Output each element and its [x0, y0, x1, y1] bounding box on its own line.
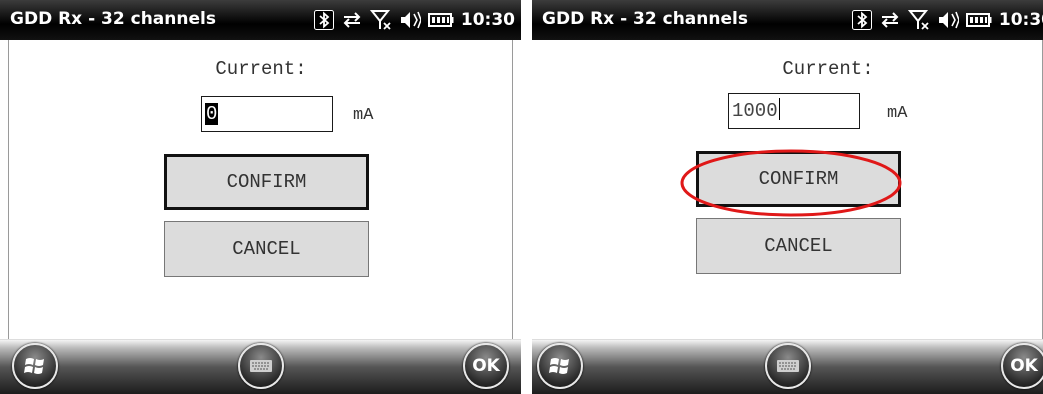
cancel-button[interactable]: CANCEL	[164, 221, 369, 277]
soft-key-bar: OK	[532, 339, 1043, 394]
battery-icon[interactable]	[427, 12, 454, 28]
battery-icon[interactable]	[965, 12, 992, 28]
bluetooth-icon[interactable]	[851, 10, 872, 30]
windows-start-icon[interactable]	[12, 343, 58, 389]
current-label: Current:	[215, 58, 307, 80]
status-icons: 10:30	[313, 7, 515, 33]
status-icons: 10:30	[851, 7, 1043, 33]
soft-key-bar: OK	[0, 339, 521, 394]
form-area: Current: 1000 mA CONFIRM CANCEL	[532, 40, 1043, 340]
current-label: Current:	[782, 58, 874, 80]
current-input-value: 1000	[732, 100, 778, 122]
confirm-button[interactable]: CONFIRM	[164, 154, 369, 210]
data-sync-icon[interactable]	[341, 10, 363, 30]
no-signal-icon[interactable]	[907, 9, 930, 31]
bluetooth-icon[interactable]	[313, 10, 334, 30]
current-input-value: 0	[205, 103, 219, 125]
ok-label: OK	[1010, 356, 1038, 376]
text-caret	[778, 98, 780, 120]
current-input[interactable]: 1000	[728, 93, 860, 129]
keyboard-icon[interactable]	[764, 343, 811, 389]
current-input[interactable]: 0	[201, 96, 333, 132]
unit-label: mA	[353, 106, 374, 125]
device-screen-after: GDD Rx - 32 channels 10:30 Current: 1000…	[532, 0, 1043, 394]
volume-icon[interactable]	[399, 10, 421, 30]
no-signal-icon[interactable]	[369, 9, 392, 31]
cancel-button[interactable]: CANCEL	[696, 218, 901, 274]
ok-button[interactable]: OK	[463, 343, 509, 389]
volume-icon[interactable]	[937, 10, 959, 30]
ok-label: OK	[472, 356, 500, 376]
confirm-button[interactable]: CONFIRM	[696, 151, 901, 207]
app-title: GDD Rx - 32 channels	[10, 9, 216, 29]
clock[interactable]: 10:30	[999, 10, 1043, 30]
ok-button[interactable]: OK	[1001, 343, 1043, 389]
app-title: GDD Rx - 32 channels	[542, 9, 748, 29]
data-sync-icon[interactable]	[879, 10, 901, 30]
unit-label: mA	[887, 104, 908, 123]
title-bar: GDD Rx - 32 channels 10:30	[0, 0, 521, 40]
keyboard-icon[interactable]	[237, 343, 284, 389]
windows-start-icon[interactable]	[537, 343, 583, 389]
title-bar: GDD Rx - 32 channels 10:30	[532, 0, 1043, 40]
clock[interactable]: 10:30	[461, 10, 515, 30]
form-area: Current: 0 mA CONFIRM CANCEL	[8, 40, 513, 340]
device-screen-before: GDD Rx - 32 channels 10:30 Current: 0 mA…	[0, 0, 521, 394]
